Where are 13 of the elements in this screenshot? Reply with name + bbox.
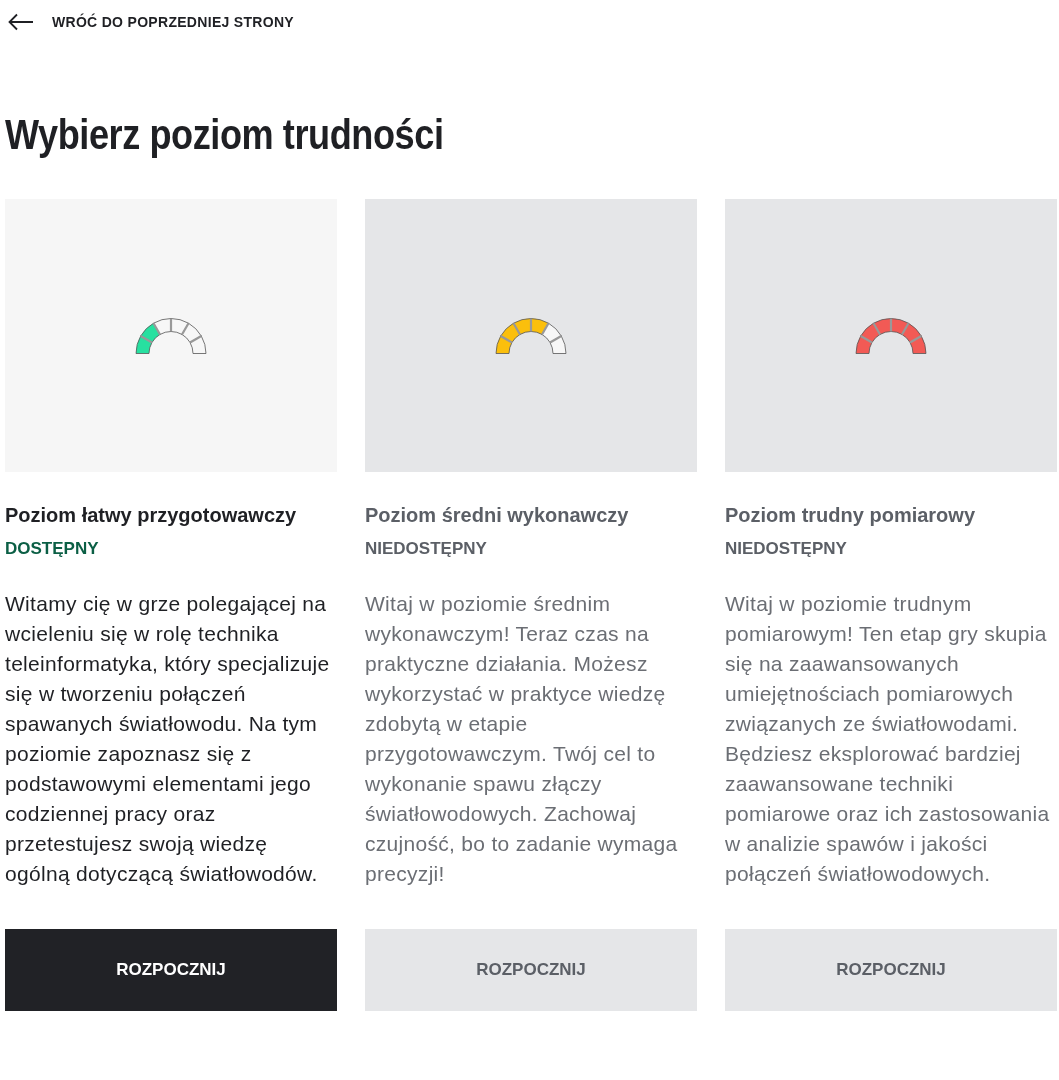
level-description: Witaj w poziomie trudnym pomiarowym! Ten etap gry skupia się na zaawansowanych umiejętnościach pomiarowych związanych ze światłowodami. Będziesz eksplorować bardziej zaawansowane techniki pomiarowe oraz ich zastosowania w analizie spawów i jakości połączeń światłowodowych. [725,591,1051,887]
level-title: Poziom średni wykonawczy [365,504,630,527]
level-status: NIEDOSTĘPNY [725,539,848,559]
level-status: NIEDOSTĘPNY [365,539,488,559]
level-description: Witaj w poziomie średnim wykonawczym! Teraz czas na praktyczne działania. Możesz wykorzystać w praktyce wiedzę zdobytą w etapie przygotowawczym. Twój cel to wykonanie spawu złączy światłowodowych. Zachowaj czujność, bo to zadanie wymaga precyzji! [365,591,679,887]
back-link[interactable]: WRÓĆ DO POPRZEDNIEJ STRONY [8,13,294,31]
level-title: Poziom trudny pomiarowy [725,504,977,527]
level-description: Witamy cię w grze polegającej na wcieleniu się w rolę technika teleinformatyka, który specjalizuje się w tworzeniu połączeń spawanych światłowodu. Na tym poziomie zapoznasz się z podstawowymi elementami jego codziennej pracy oraz przetestujesz swoją wiedzę ogólną dotyczącą światłowodów. [5,591,331,887]
start-button[interactable]: ROZPOCZNIJ [5,929,337,1011]
page-title: Wybierz poziom trudności [5,111,445,159]
level-title: Poziom łatwy przygotowawczy [5,504,298,527]
level-status: DOSTĘPNY [5,539,100,559]
back-arrow-icon [8,13,34,31]
